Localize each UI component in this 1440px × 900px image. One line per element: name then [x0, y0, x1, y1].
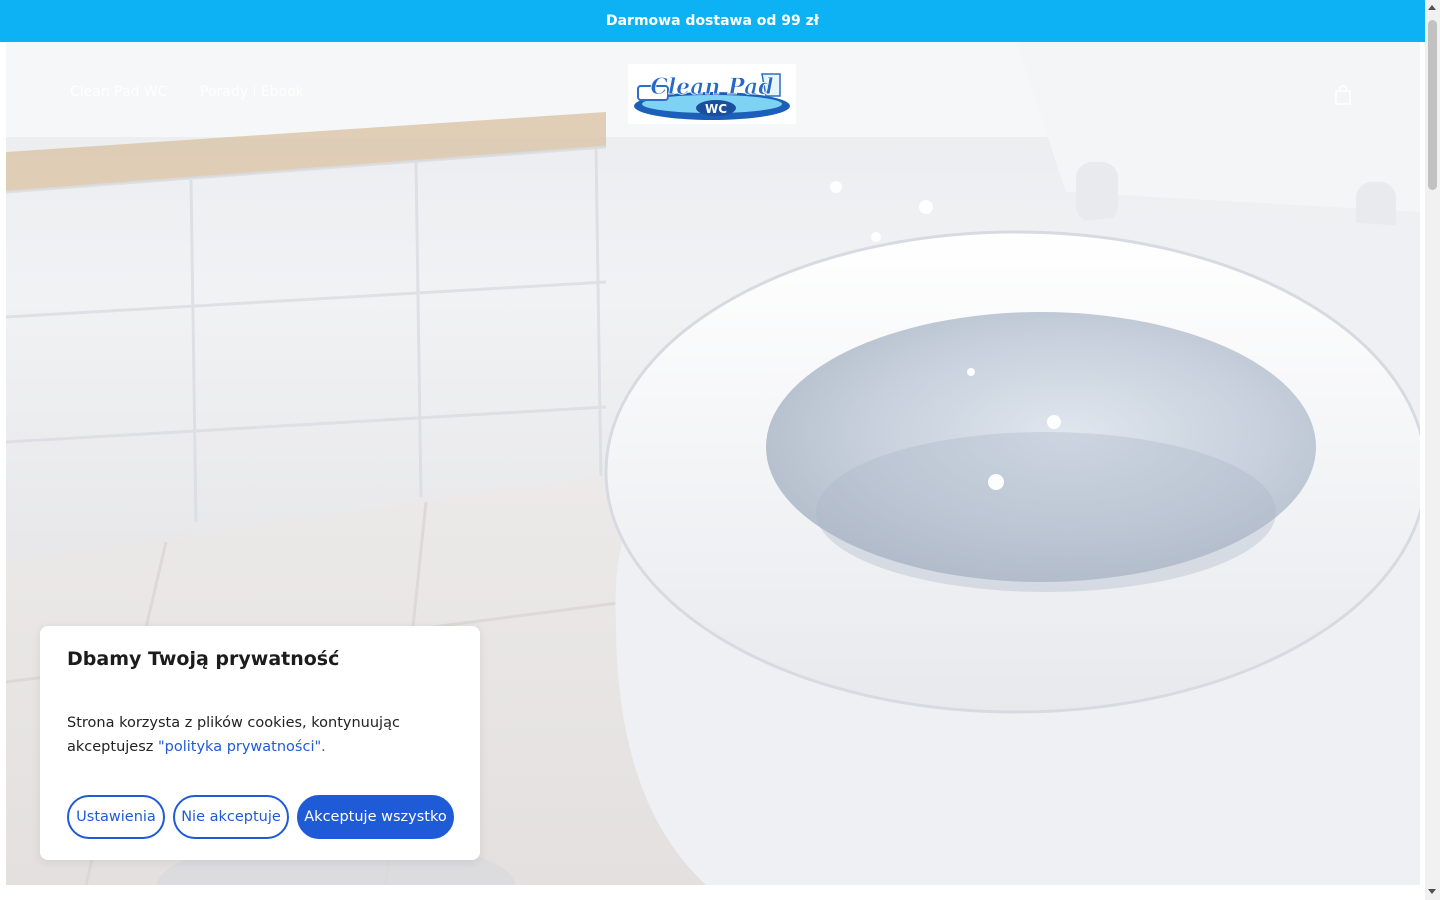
cookie-title: Dbamy Twoją prywatność	[67, 648, 340, 670]
cookie-settings-button[interactable]: Ustawienia	[67, 795, 165, 839]
cookie-accept-all-button[interactable]: Akceptuje wszystko	[297, 795, 454, 839]
cookie-consent-dialog: Dbamy Twoją prywatność Strona korzysta z…	[40, 626, 480, 860]
cookie-reject-button[interactable]: Nie akceptuje	[173, 795, 289, 839]
announcement-bar: Darmowa dostawa od 99 zł	[0, 0, 1425, 42]
logo-line2: WC	[705, 102, 727, 116]
nav-link-clean-pad-wc[interactable]: Clean Pad WC	[70, 84, 168, 100]
logo-line1: Clean Pad	[650, 74, 773, 100]
site-logo[interactable]: Clean Pad WC	[628, 64, 796, 124]
scroll-up-icon[interactable]	[1428, 5, 1436, 10]
scroll-down-icon[interactable]	[1428, 889, 1436, 894]
logo-graphic: Clean Pad WC	[634, 73, 790, 120]
privacy-policy-link[interactable]: "polityka prywatności".	[158, 739, 326, 755]
page-scrollbar[interactable]	[1425, 0, 1440, 900]
shopping-bag-icon[interactable]	[1333, 84, 1353, 106]
scroll-thumb[interactable]	[1428, 20, 1437, 190]
cookie-text: Strona korzysta z plików cookies, kontyn…	[67, 711, 447, 759]
announcement-text: Darmowa dostawa od 99 zł	[605, 13, 819, 29]
nav-link-porady-ebook[interactable]: Porady i Ebook	[200, 84, 304, 100]
